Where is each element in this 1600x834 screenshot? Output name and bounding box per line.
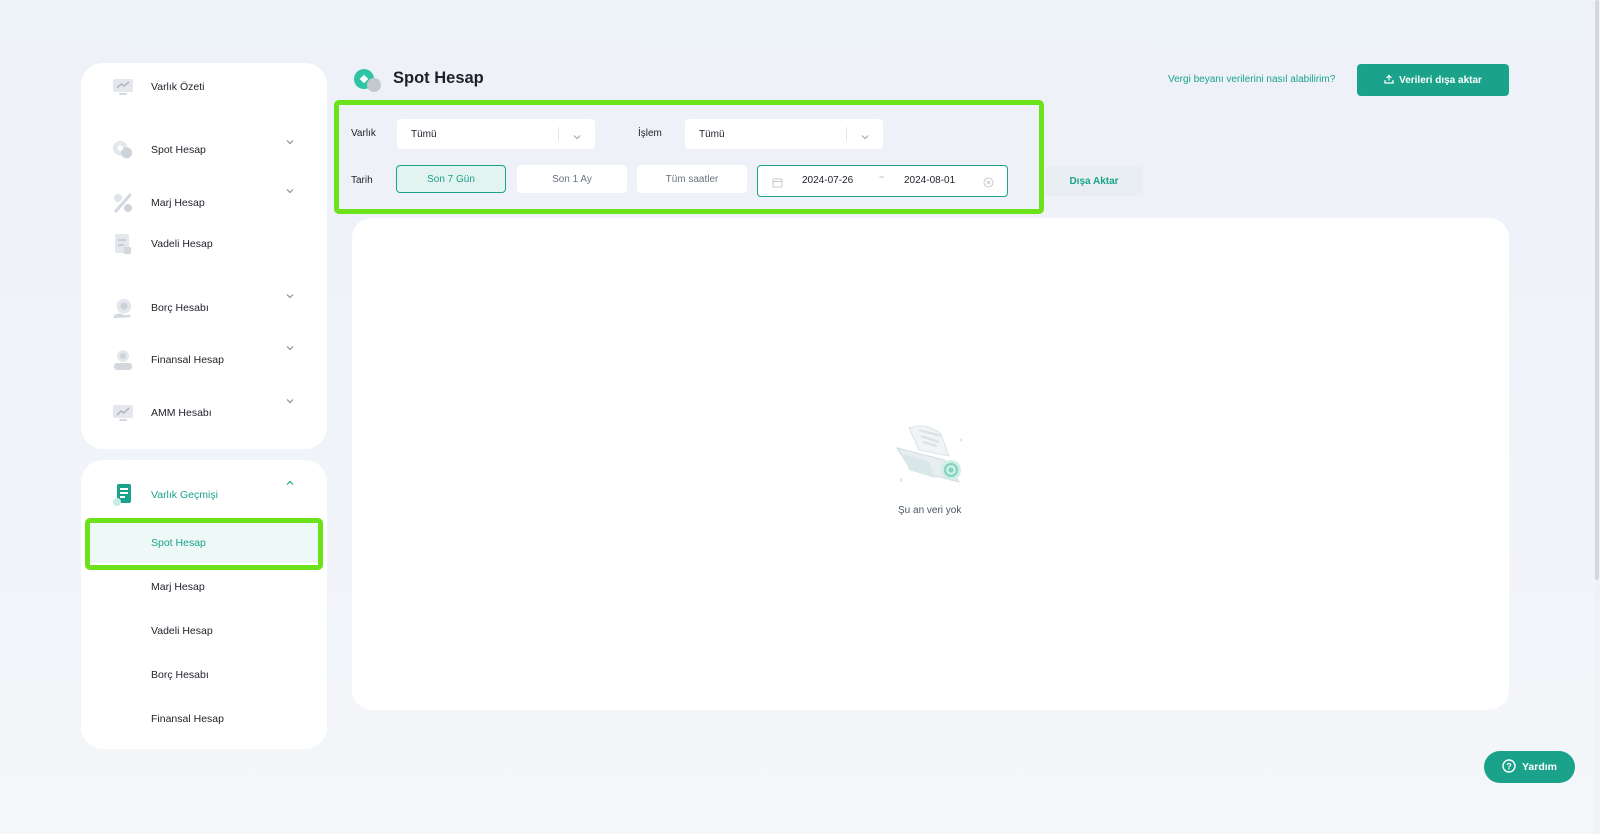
help-button[interactable]: ? Yardım (1484, 751, 1575, 783)
export-button[interactable]: Dışa Aktar (1045, 166, 1143, 196)
empty-state-text: Şu an veri yok (898, 505, 962, 516)
sidebar-item-label: Vadeli Hesap (151, 238, 213, 250)
sidebar-item-amm-hesabi[interactable]: AMM Hesabı (81, 393, 327, 433)
chart-monitor-icon (112, 76, 134, 98)
end-date-value[interactable]: 2024-08-01 (904, 175, 955, 186)
export-all-data-button[interactable]: Verileri dışa aktar (1357, 64, 1509, 96)
sidebar-item-finansal-hesap[interactable]: Finansal Hesap (81, 340, 327, 380)
sidebar-item-label: Borç Hesabı (151, 302, 209, 314)
sidebar-subitem-borc-hesabi[interactable]: Borç Hesabı (87, 655, 321, 695)
operation-select[interactable]: Tümü (685, 119, 883, 149)
export-all-label: Verileri dışa aktar (1399, 74, 1482, 86)
sidebar-accounts-card: Varlık Özeti Spot Hesap Marj Hesap Vadel… (81, 63, 327, 449)
page-title: Spot Hesap (393, 69, 484, 87)
asset-select[interactable]: Tümü (397, 119, 595, 149)
asset-filter-label: Varlık (351, 128, 376, 139)
sidebar-item-label: Spot Hesap (151, 144, 206, 156)
sidebar-subitem-label: Finansal Hesap (151, 713, 224, 725)
select-divider (558, 127, 559, 141)
scrollbar-thumb[interactable] (1595, 0, 1599, 580)
chevron-down-icon (860, 129, 870, 140)
asset-select-value: Tümü (411, 128, 437, 140)
chevron-down-icon (284, 395, 296, 407)
sidebar-item-label: Varlık Geçmişi (151, 489, 218, 501)
percent-icon (112, 192, 134, 214)
svg-text:?: ? (1506, 761, 1512, 771)
sidebar-history-card: Varlık Geçmişi Spot Hesap Marj Hesap Vad… (81, 460, 327, 749)
sidebar-item-spot-hesap[interactable]: Spot Hesap (81, 130, 327, 170)
page-scrollbar[interactable] (1594, 0, 1600, 834)
chevron-down-icon (284, 185, 296, 197)
document-icon (112, 233, 134, 255)
sidebar-item-varlik-ozeti[interactable]: Varlık Özeti (81, 67, 327, 107)
sidebar-subitem-label: Marj Hesap (151, 581, 205, 593)
history-document-icon (112, 484, 134, 506)
range-last-1-month-button[interactable]: Son 1 Ay (517, 165, 627, 193)
date-filter-label: Tarih (351, 175, 373, 186)
question-circle-icon: ? (1502, 758, 1516, 776)
help-button-label: Yardım (1521, 761, 1558, 773)
sidebar-subitem-finansal-hesap[interactable]: Finansal Hesap (87, 699, 321, 739)
chevron-down-icon (572, 129, 582, 140)
sidebar-item-label: Finansal Hesap (151, 354, 224, 366)
sidebar-subitem-marj-hesap[interactable]: Marj Hesap (87, 567, 321, 607)
sidebar-item-label: AMM Hesabı (151, 407, 212, 419)
clear-icon[interactable] (983, 175, 994, 193)
sidebar-item-borc-hesabi[interactable]: Borç Hesabı (81, 288, 327, 328)
empty-state-illustration (889, 420, 971, 492)
chevron-down-icon (284, 136, 296, 148)
sidebar-subitem-label: Borç Hesabı (151, 669, 209, 681)
operation-filter-label: İşlem (638, 128, 662, 139)
calendar-icon (772, 175, 783, 193)
range-last-7-days-button[interactable]: Son 7 Gün (396, 165, 506, 193)
tax-help-link[interactable]: Vergi beyanı verilerini nasıl alabilirim… (1168, 74, 1335, 85)
sidebar-item-vadeli-hesap[interactable]: Vadeli Hesap (81, 224, 327, 264)
operation-select-value: Tümü (699, 128, 725, 140)
sidebar-item-varlik-gecmisi[interactable]: Varlık Geçmişi (81, 475, 327, 515)
finance-person-icon (112, 349, 134, 371)
chevron-down-icon (284, 290, 296, 302)
sidebar-subitem-spot-hesap[interactable]: Spot Hesap (87, 523, 321, 563)
chevron-down-icon (284, 342, 296, 354)
chevron-up-icon (284, 477, 296, 489)
sidebar-item-marj-hesap[interactable]: Marj Hesap (81, 183, 327, 223)
sidebar-subitem-vadeli-hesap[interactable]: Vadeli Hesap (87, 611, 321, 651)
select-divider (846, 127, 847, 141)
sidebar-item-label: Marj Hesap (151, 197, 205, 209)
coins-icon (112, 139, 134, 161)
spot-account-icon (352, 66, 384, 96)
range-all-time-button[interactable]: Tüm saatler (637, 165, 747, 193)
upload-icon (1384, 74, 1394, 87)
start-date-value[interactable]: 2024-07-26 (802, 175, 853, 186)
date-range-picker[interactable]: 2024-07-26 ~ 2024-08-01 (757, 165, 1008, 197)
sidebar-subitem-label: Vadeli Hesap (151, 625, 213, 637)
loan-coin-icon (112, 297, 134, 319)
sidebar-subitem-label: Spot Hesap (151, 537, 206, 549)
sidebar-item-label: Varlık Özeti (151, 81, 205, 93)
date-range-separator: ~ (879, 172, 885, 182)
amm-monitor-icon (112, 402, 134, 424)
